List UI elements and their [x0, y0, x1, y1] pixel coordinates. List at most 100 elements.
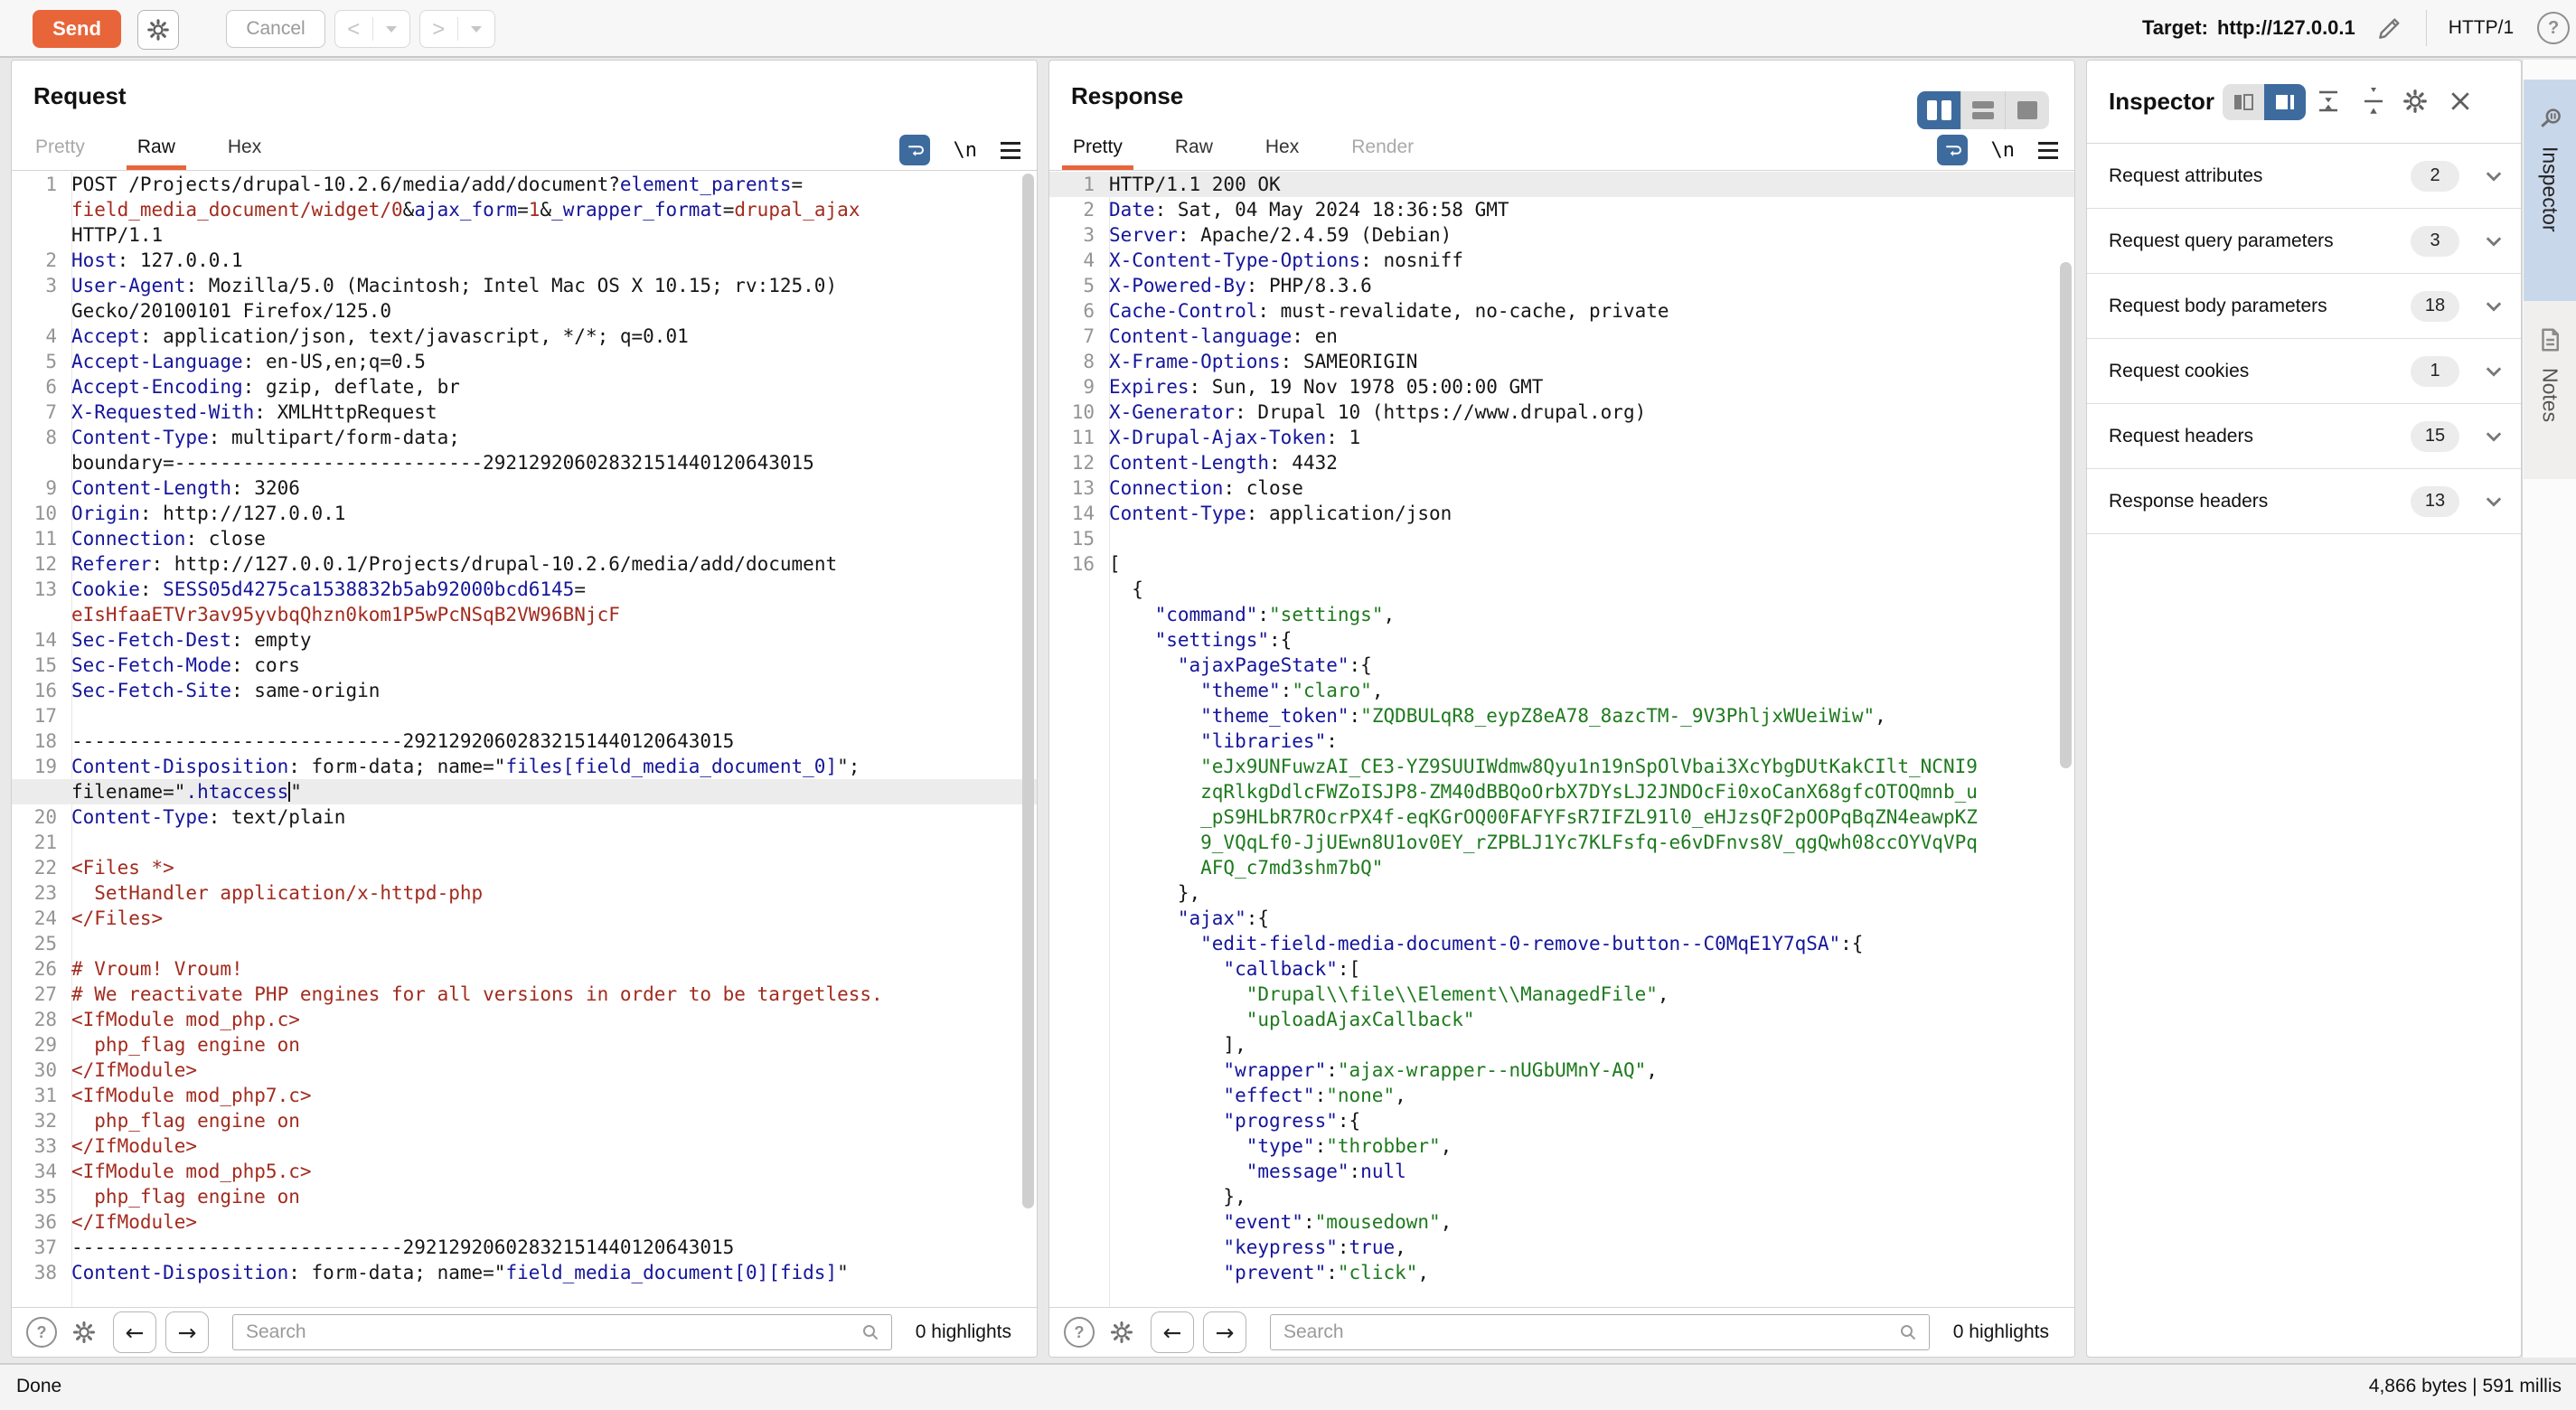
response-editor-line[interactable]: "effect":"none", [1049, 1083, 2074, 1108]
previous-dropdown-icon[interactable] [373, 26, 410, 33]
response-search-input[interactable] [1270, 1314, 1930, 1350]
request-editor-line[interactable]: 11Connection: close [12, 526, 1037, 551]
response-editor-line[interactable]: "uploadAjaxCallback" [1049, 1007, 2074, 1032]
search-settings-icon[interactable] [71, 1320, 97, 1345]
response-editor-line[interactable]: "ajax":{ [1049, 906, 2074, 931]
response-scrollbar[interactable] [2060, 172, 2072, 1306]
next-request-button[interactable]: > [419, 10, 495, 48]
request-editor-line[interactable]: 16Sec-Fetch-Site: same-origin [12, 678, 1037, 703]
tab-response-pretty[interactable]: Pretty [1073, 129, 1123, 170]
request-editor-line[interactable]: 14Sec-Fetch-Dest: empty [12, 627, 1037, 653]
request-search-input[interactable] [232, 1314, 892, 1350]
request-editor-line[interactable]: 9Content-Length: 3206 [12, 475, 1037, 501]
request-editor-line[interactable]: 29 php_flag engine on [12, 1032, 1037, 1058]
response-editor-line[interactable]: "command":"settings", [1049, 602, 2074, 627]
request-editor-line[interactable]: 26# Vroum! Vroum! [12, 956, 1037, 982]
search-help-icon[interactable]: ? [1064, 1317, 1095, 1348]
request-editor-line[interactable]: 22<Files *> [12, 855, 1037, 880]
request-editor-line[interactable]: 4Accept: application/json, text/javascri… [12, 324, 1037, 349]
response-editor-line[interactable]: "theme_token":"ZQDBULqR8_eypZ8eA78_8azcT… [1049, 703, 2074, 728]
tab-response-render[interactable]: Render [1351, 129, 1414, 170]
request-editor-line[interactable]: Gecko/20100101 Firefox/125.0 [12, 298, 1037, 324]
request-editor-line[interactable]: 13Cookie: SESS05d4275ca1538832b5ab92000b… [12, 577, 1037, 602]
request-editor-line[interactable]: 30</IfModule> [12, 1058, 1037, 1083]
request-scrollbar[interactable] [1022, 172, 1034, 1306]
sidebar-tab-inspector[interactable]: Inspector [2524, 80, 2576, 301]
request-editor-line[interactable]: eIsHfaaETVr3av95yvbqQhzn0kom1P5wPcNSqB2V… [12, 602, 1037, 627]
response-editor-line[interactable]: "settings":{ [1049, 627, 2074, 653]
tab-response-raw[interactable]: Raw [1175, 129, 1213, 170]
response-editor-line[interactable]: "keypress":true, [1049, 1235, 2074, 1260]
response-editor-line[interactable]: }, [1049, 1184, 2074, 1209]
response-editor-line[interactable]: 16[ [1049, 551, 2074, 577]
request-editor-line[interactable]: 28<IfModule mod_php.c> [12, 1007, 1037, 1032]
request-editor-line[interactable]: 20Content-Type: text/plain [12, 804, 1037, 830]
search-settings-icon[interactable] [1109, 1320, 1134, 1345]
word-wrap-toggle-button[interactable] [899, 135, 930, 165]
request-editor-line[interactable]: 7X-Requested-With: XMLHttpRequest [12, 400, 1037, 425]
response-editor-line[interactable]: "eJx9UNFuwzAI_CE3-YZ9SUUIWdmw8Qyu1n19nSp… [1049, 754, 2074, 779]
request-editor-line[interactable]: boundary=---------------------------2921… [12, 450, 1037, 475]
expand-all-button[interactable] [2315, 88, 2342, 115]
tab-response-hex[interactable]: Hex [1265, 129, 1299, 170]
show-newlines-toggle[interactable]: \n [954, 139, 978, 162]
response-editor-line[interactable]: 8X-Frame-Options: SAMEORIGIN [1049, 349, 2074, 374]
search-next-button[interactable]: → [1203, 1311, 1246, 1353]
response-editor[interactable]: 1HTTP/1.1 200 OK2Date: Sat, 04 May 2024 … [1049, 172, 2074, 1309]
request-editor-line[interactable]: 24</Files> [12, 906, 1037, 931]
sidebar-tab-notes[interactable]: Notes [2524, 301, 2576, 479]
request-editor-line[interactable]: 17 [12, 703, 1037, 728]
search-next-button[interactable]: → [165, 1311, 209, 1353]
request-editor-line[interactable]: 21 [12, 830, 1037, 855]
response-editor-line[interactable]: "libraries": [1049, 728, 2074, 754]
request-editor-line[interactable]: 8Content-Type: multipart/form-data; [12, 425, 1037, 450]
response-editor-line[interactable]: 14Content-Type: application/json [1049, 501, 2074, 526]
tab-request-pretty[interactable]: Pretty [35, 129, 85, 170]
response-editor-line[interactable]: AFQ_c7md3shm7bQ" [1049, 855, 2074, 880]
request-editor-line[interactable]: 38Content-Disposition: form-data; name="… [12, 1260, 1037, 1285]
inspector-section-request-body-parameters[interactable]: Request body parameters18 [2087, 274, 2521, 339]
request-editor-line[interactable]: 27# We reactivate PHP engines for all ve… [12, 982, 1037, 1007]
response-editor-line[interactable]: 15 [1049, 526, 2074, 551]
request-editor-line[interactable]: 23 SetHandler application/x-httpd-php [12, 880, 1037, 906]
cancel-button[interactable]: Cancel [226, 10, 325, 48]
editor-menu-icon[interactable] [1001, 142, 1020, 159]
request-editor-line[interactable]: 15Sec-Fetch-Mode: cors [12, 653, 1037, 678]
response-editor-line[interactable]: 4X-Content-Type-Options: nosniff [1049, 248, 2074, 273]
rows-view-button[interactable] [1960, 91, 2005, 129]
request-editor-line[interactable]: 25 [12, 931, 1037, 956]
response-editor-line[interactable]: 12Content-Length: 4432 [1049, 450, 2074, 475]
response-editor-line[interactable]: 10X-Generator: Drupal 10 (https://www.dr… [1049, 400, 2074, 425]
request-editor-line[interactable]: 6Accept-Encoding: gzip, deflate, br [12, 374, 1037, 400]
http-version-selector[interactable]: HTTP/1 [2449, 17, 2514, 39]
request-editor-line[interactable]: 2Host: 127.0.0.1 [12, 248, 1037, 273]
request-editor-line[interactable]: 31<IfModule mod_php7.c> [12, 1083, 1037, 1108]
collapse-all-button[interactable] [2360, 88, 2387, 115]
response-editor-line[interactable]: "Drupal\\file\\Element\\ManagedFile", [1049, 982, 2074, 1007]
response-editor-line[interactable]: 7Content-language: en [1049, 324, 2074, 349]
response-editor-line[interactable]: "theme":"claro", [1049, 678, 2074, 703]
request-editor-line[interactable]: HTTP/1.1 [12, 222, 1037, 248]
scrollbar-thumb[interactable] [2060, 262, 2072, 768]
response-editor-line[interactable]: "wrapper":"ajax-wrapper--nUGbUMnY-AQ", [1049, 1058, 2074, 1083]
response-editor-line[interactable]: 9_VQqLf0-JjUEwn8U1ov0EY_rZPBLJ1Yc7KLFsfq… [1049, 830, 2074, 855]
request-editor-line[interactable]: 10Origin: http://127.0.0.1 [12, 501, 1037, 526]
search-previous-button[interactable]: ← [1151, 1311, 1194, 1353]
response-editor-line[interactable]: zqRlkgDdlcFWZoISJP8-ZM40dBBQoOrbX7DYsLJ2… [1049, 779, 2074, 804]
response-editor-line[interactable]: 13Connection: close [1049, 475, 2074, 501]
request-editor-line[interactable]: 34<IfModule mod_php5.c> [12, 1159, 1037, 1184]
inspector-section-request-query-parameters[interactable]: Request query parameters3 [2087, 209, 2521, 274]
response-editor-line[interactable]: "progress":{ [1049, 1108, 2074, 1133]
word-wrap-toggle-button[interactable] [1937, 135, 1968, 165]
response-editor-line[interactable]: "message":null [1049, 1159, 2074, 1184]
editor-menu-icon[interactable] [2038, 142, 2058, 159]
tab-request-hex[interactable]: Hex [228, 129, 261, 170]
help-icon[interactable]: ? [2537, 12, 2570, 44]
request-editor-line[interactable]: 32 php_flag engine on [12, 1108, 1037, 1133]
scrollbar-thumb[interactable] [1022, 174, 1034, 1208]
send-settings-button[interactable] [137, 10, 179, 50]
request-editor-line[interactable]: 1POST /Projects/drupal-10.2.6/media/add/… [12, 172, 1037, 197]
request-editor-line[interactable]: 3User-Agent: Mozilla/5.0 (Macintosh; Int… [12, 273, 1037, 298]
previous-request-button[interactable]: < [334, 10, 410, 48]
inspector-compact-view-button[interactable] [2223, 84, 2264, 120]
